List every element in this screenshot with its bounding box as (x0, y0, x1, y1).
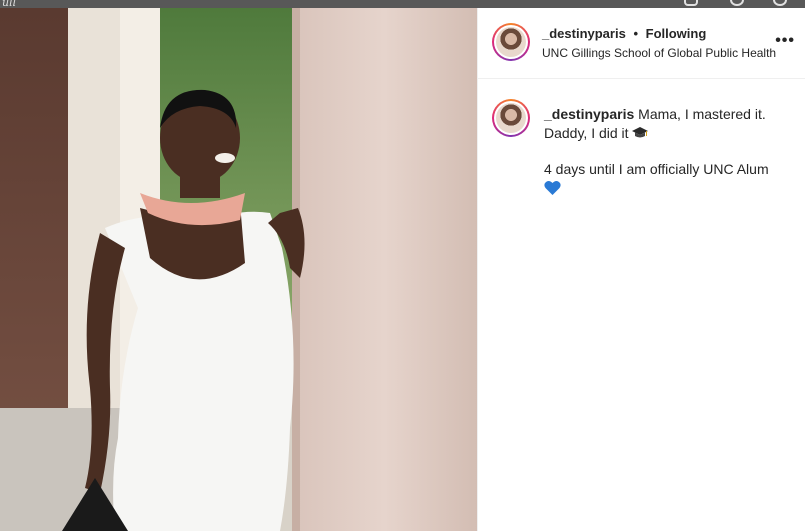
post-header: _destinyparis • Following UNC Gillings S… (478, 8, 805, 79)
direct-icon[interactable] (684, 0, 698, 6)
blue-heart-icon (544, 180, 561, 195)
author-avatar[interactable] (492, 23, 530, 61)
caption-line-2: Daddy, I did it (544, 125, 629, 141)
post-photo[interactable] (0, 8, 477, 531)
location-link[interactable]: UNC Gillings School of Global Public Hea… (542, 46, 776, 60)
explore-icon[interactable] (773, 0, 787, 6)
avatar-photo (496, 27, 526, 57)
caption-text: _destinyparis Mama, I mastered it. Daddy… (544, 105, 794, 198)
author-username[interactable]: _destinyparis (542, 26, 626, 41)
author-line: _destinyparis • Following (542, 26, 706, 41)
modal-backdrop[interactable]: ull (0, 0, 805, 9)
photo-scene (0, 8, 477, 531)
activity-icon[interactable] (730, 0, 744, 6)
separator-dot: • (633, 26, 639, 41)
caption-username[interactable]: _destinyparis (544, 106, 634, 122)
following-button[interactable]: Following (646, 26, 707, 41)
more-options-icon[interactable]: ••• (775, 32, 795, 50)
graduation-cap-icon (632, 127, 649, 138)
caption-line-3: 4 days until I am officially UNC Alum (544, 161, 769, 177)
caption-avatar[interactable] (492, 99, 530, 137)
caption-line-1: Mama, I mastered it. (638, 106, 766, 122)
avatar-photo (496, 103, 526, 133)
post-details-panel: _destinyparis • Following UNC Gillings S… (477, 8, 805, 531)
